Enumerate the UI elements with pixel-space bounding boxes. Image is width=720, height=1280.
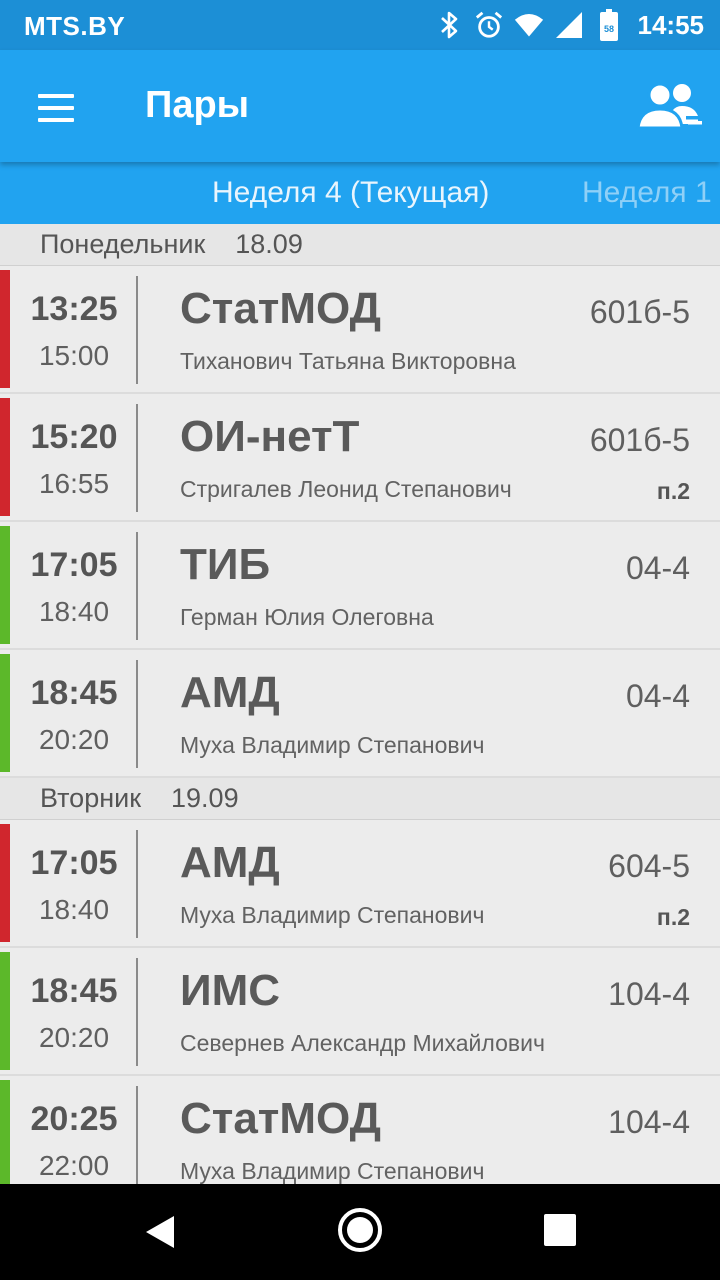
signal-icon (554, 8, 584, 42)
home-icon (338, 1208, 382, 1252)
week-tabs: Неделя 4 (Текущая) Неделя 1 (0, 162, 720, 224)
status-bar-indicator (0, 824, 10, 942)
end-time: 20:20 (38, 724, 110, 755)
subgroup-label: п.2 (656, 904, 690, 930)
teacher-name: Муха Владимир Степанович (180, 1158, 485, 1184)
menu-button[interactable] (28, 80, 84, 136)
room-number: 04-4 (625, 678, 690, 714)
subject-name: СтатМОД (180, 284, 381, 333)
tab-next-week[interactable]: Неделя 1 (582, 176, 712, 210)
day-date: 19.09 (171, 783, 239, 813)
battery-level: 58 (603, 24, 613, 34)
end-time: 15:00 (38, 340, 110, 371)
subject-name: ОИ-нетТ (180, 412, 360, 461)
back-button[interactable] (140, 1212, 180, 1252)
status-bar-indicator (0, 1080, 10, 1184)
divider (136, 830, 138, 938)
start-time: 18:45 (30, 972, 118, 1010)
back-icon (146, 1216, 174, 1248)
teacher-name: Муха Владимир Степанович (180, 732, 485, 758)
day-name: Вторник (40, 783, 142, 813)
divider (136, 276, 138, 384)
app-bar: Пары (0, 50, 720, 162)
status-icons: 58 14:55 (434, 8, 705, 42)
room-number: 04-4 (625, 550, 690, 586)
room-number: 104-4 (608, 976, 690, 1012)
day-date: 18.09 (235, 229, 303, 259)
subject-name: ИМС (180, 966, 281, 1015)
lesson-item[interactable]: 18:45 20:20 АМД 04-4 Муха Владимир Степа… (0, 650, 720, 778)
divider (136, 660, 138, 768)
menu-icon (38, 94, 74, 98)
end-time: 16:55 (38, 468, 110, 499)
start-time: 13:25 (30, 290, 118, 328)
subject-name: ТИБ (180, 540, 271, 589)
subject-name: АМД (180, 668, 280, 717)
subgroup-label: п.2 (656, 478, 690, 504)
day-header: Понедельник 18.09 (0, 224, 720, 266)
start-time: 17:05 (30, 844, 118, 882)
end-time: 20:20 (38, 1022, 110, 1053)
lesson-item[interactable]: 15:20 16:55 ОИ-нетТ 601б-5 Стригалев Лео… (0, 394, 720, 522)
end-time: 22:00 (38, 1150, 110, 1181)
day-header: Вторник 19.09 (0, 778, 720, 820)
room-number: 104-4 (608, 1104, 690, 1140)
room-number: 604-5 (608, 848, 690, 884)
start-time: 18:45 (30, 674, 118, 712)
groups-icon (636, 82, 702, 130)
tab-current-week[interactable]: Неделя 4 (Текущая) (212, 176, 489, 210)
alarm-icon (474, 8, 504, 42)
lesson-item[interactable]: 18:45 20:20 ИМС 104-4 Севернев Александр… (0, 948, 720, 1076)
bluetooth-icon (434, 8, 464, 42)
teacher-name: Герман Юлия Олеговна (180, 604, 434, 630)
teacher-name: Тиханович Татьяна Викторовна (180, 348, 516, 374)
page-title: Пары (145, 84, 250, 126)
day-name: Понедельник (40, 229, 206, 259)
carrier-name: MTS.BY (24, 11, 126, 41)
end-time: 18:40 (38, 894, 110, 925)
lesson-item[interactable]: 13:25 15:00 СтатМОД 601б-5 Тиханович Тат… (0, 266, 720, 394)
divider (136, 404, 138, 512)
navigation-bar (0, 1184, 720, 1280)
wifi-icon (514, 8, 544, 42)
status-bar-indicator (0, 270, 10, 388)
lesson-item[interactable]: 17:05 18:40 ТИБ 04-4 Герман Юлия Олеговн… (0, 522, 720, 650)
groups-button[interactable] (636, 80, 704, 134)
lesson-item[interactable]: 20:25 22:00 СтатМОД 104-4 Муха Владимир … (0, 1076, 720, 1184)
status-bar-indicator (0, 398, 10, 516)
schedule-list[interactable]: Понедельник 18.09 13:25 15:00 СтатМОД 60… (0, 224, 720, 1184)
end-time: 18:40 (38, 596, 110, 627)
status-bar-indicator (0, 526, 10, 644)
subject-name: АМД (180, 838, 280, 887)
room-number: 601б-5 (589, 294, 690, 330)
teacher-name: Муха Владимир Степанович (180, 902, 485, 928)
teacher-name: Севернев Александр Михайлович (180, 1030, 545, 1056)
status-bar-indicator (0, 952, 10, 1070)
divider (136, 532, 138, 640)
start-time: 17:05 (30, 546, 118, 584)
start-time: 15:20 (30, 418, 118, 456)
clock: 14:55 (637, 9, 705, 40)
start-time: 20:25 (30, 1100, 118, 1138)
status-bar-indicator (0, 654, 10, 772)
divider (136, 958, 138, 1066)
recent-apps-button[interactable] (544, 1214, 576, 1246)
teacher-name: Стригалев Леонид Степанович (180, 476, 512, 502)
home-button[interactable] (336, 1206, 384, 1254)
divider (136, 1086, 138, 1184)
subject-name: СтатМОД (180, 1094, 381, 1143)
room-number: 601б-5 (589, 422, 690, 458)
battery-icon: 58 (594, 8, 624, 42)
lesson-item[interactable]: 17:05 18:40 АМД 604-5 Муха Владимир Степ… (0, 820, 720, 948)
status-bar: MTS.BY 58 14:55 (0, 0, 720, 50)
